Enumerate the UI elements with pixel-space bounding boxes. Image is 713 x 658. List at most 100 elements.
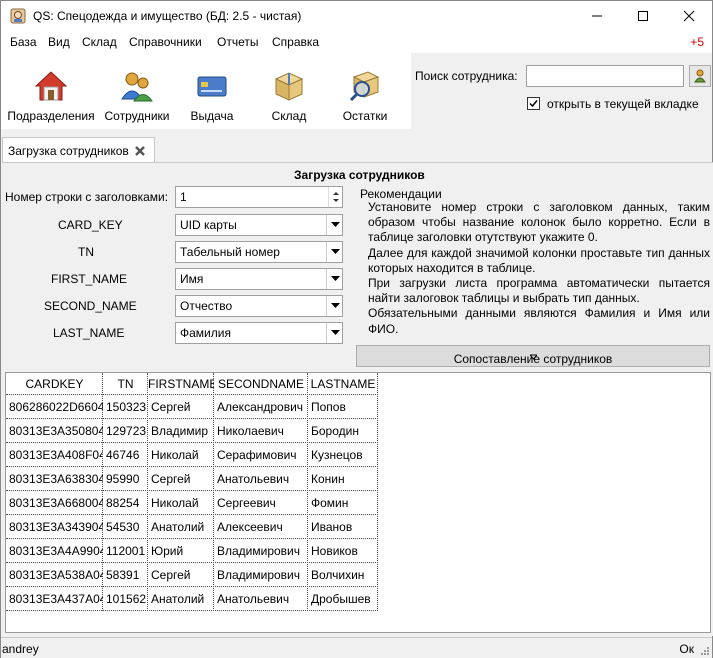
toolbar-stock-button[interactable]: Остатки	[329, 53, 401, 129]
status-user: andrey	[2, 642, 39, 656]
match-employees-button[interactable]: Сопоставление сотрудников	[356, 345, 710, 367]
second-name-select[interactable]: Отчество	[175, 295, 343, 317]
column-header[interactable]: FIRSTNAME	[148, 373, 214, 395]
table-cell[interactable]: 806286022D6604	[6, 395, 103, 419]
grid-row-line	[6, 562, 378, 563]
column-header[interactable]: LASTNAME	[308, 373, 378, 395]
table-cell[interactable]: Владимирович	[214, 539, 308, 563]
table-cell[interactable]: Фомин	[308, 491, 378, 515]
menu-warehouse[interactable]: Склад	[82, 35, 117, 49]
tab-employee-import[interactable]: Загрузка сотрудников	[2, 137, 155, 163]
window-title: QS: Спецодежда и имущество (БД: 2.5 - чи…	[33, 9, 302, 23]
table-cell[interactable]: Анатольевич	[214, 467, 308, 491]
first-name-select[interactable]: Имя	[175, 268, 343, 290]
grid-row-line	[6, 442, 378, 443]
maximize-button[interactable]	[620, 1, 666, 31]
table-cell[interactable]: 95990	[103, 467, 148, 491]
table-cell[interactable]: Серафимович	[214, 443, 308, 467]
table-cell[interactable]: Владимирович	[214, 563, 308, 587]
table-cell[interactable]: Алексеевич	[214, 515, 308, 539]
table-cell[interactable]: 80313E3A408F04	[6, 443, 103, 467]
minimize-button[interactable]	[574, 1, 620, 31]
toolbar-employees-button[interactable]: Сотрудники	[101, 53, 173, 129]
table-cell[interactable]: 46746	[103, 443, 148, 467]
updates-badge[interactable]: +5	[690, 35, 704, 49]
field-label-second-name: SECOND_NAME	[44, 299, 137, 313]
toolbar-issue-button[interactable]: Выдача	[177, 53, 247, 129]
recommendation-paragraph: При загрузки листа программа автоматичес…	[368, 276, 710, 306]
tn-select[interactable]: Табельный номер	[175, 241, 343, 263]
table-cell[interactable]: 80313E3A538A04	[6, 563, 103, 587]
table-cell[interactable]: Александрович	[214, 395, 308, 419]
grid-row-line	[6, 490, 378, 491]
table-cell[interactable]: 112001	[103, 539, 148, 563]
column-header[interactable]: TN	[103, 373, 148, 395]
resize-grip-icon[interactable]	[700, 646, 710, 656]
tab-close-icon[interactable]	[134, 145, 146, 160]
menu-help[interactable]: Справка	[272, 35, 319, 49]
toolbar-warehouse-button[interactable]: Склад	[254, 53, 324, 129]
table-cell[interactable]: Сергей	[148, 563, 214, 587]
menu-reports[interactable]: Отчеты	[217, 35, 258, 49]
table-cell[interactable]: Волчихин	[308, 563, 378, 587]
first-name-value: Имя	[180, 272, 204, 286]
table-cell[interactable]: Иванов	[308, 515, 378, 539]
search-employee-button[interactable]	[689, 65, 711, 87]
card-key-value: UID карты	[180, 218, 237, 232]
table-cell[interactable]: Новиков	[308, 539, 378, 563]
table-cell[interactable]: Юрий	[148, 539, 214, 563]
menu-baza[interactable]: База	[10, 35, 37, 49]
table-cell[interactable]: Николай	[148, 491, 214, 515]
spin-arrows[interactable]	[328, 187, 342, 207]
table-cell[interactable]: Сергеевич	[214, 491, 308, 515]
table-cell[interactable]: Анатолий	[148, 587, 214, 611]
chevron-down-icon	[331, 276, 340, 281]
table-cell[interactable]: 80313E3A437A04	[6, 587, 103, 611]
table-cell[interactable]: 80313E3A4A9904	[6, 539, 103, 563]
table-cell[interactable]: 80313E3A668004	[6, 491, 103, 515]
toolbar-warehouse-label: Склад	[271, 109, 307, 123]
table-cell[interactable]: 88254	[103, 491, 148, 515]
table-cell[interactable]: Бородин	[308, 419, 378, 443]
title-bar: QS: Спецодежда и имущество (БД: 2.5 - чи…	[1, 1, 712, 31]
person-search-icon	[694, 69, 706, 83]
table-cell[interactable]: 150323	[103, 395, 148, 419]
table-cell[interactable]: Попов	[308, 395, 378, 419]
employee-search-input[interactable]	[526, 65, 684, 87]
chevron-down-icon	[331, 249, 340, 254]
table-cell[interactable]: Сергей	[148, 467, 214, 491]
last-name-select[interactable]: Фамилия	[175, 322, 343, 344]
menu-view[interactable]: Вид	[48, 35, 70, 49]
table-cell[interactable]: 80313E3A350804	[6, 419, 103, 443]
table-cell[interactable]: Николай	[148, 443, 214, 467]
table-cell[interactable]: Кузнецов	[308, 443, 378, 467]
close-button[interactable]	[666, 1, 712, 31]
tn-value: Табельный номер	[180, 245, 280, 259]
column-header[interactable]: CARDKEY	[6, 373, 103, 395]
field-label-last-name: LAST_NAME	[53, 326, 125, 340]
column-header[interactable]: SECONDNAME	[214, 373, 308, 395]
people-icon	[121, 72, 153, 102]
table-cell[interactable]: 129723	[103, 419, 148, 443]
toolbar-departments-label: Подразделения	[7, 109, 95, 123]
table-cell[interactable]: Владимир	[148, 419, 214, 443]
header-row-spinbox[interactable]: 1	[175, 186, 343, 208]
menu-references[interactable]: Справочники	[129, 35, 202, 49]
table-cell[interactable]: Дробышев	[308, 587, 378, 611]
table-cell[interactable]: 80313E3A638304	[6, 467, 103, 491]
card-key-select[interactable]: UID карты	[175, 214, 343, 236]
toolbar-departments-button[interactable]: Подразделения	[5, 53, 97, 129]
table-cell[interactable]: Анатольевич	[214, 587, 308, 611]
open-in-current-tab-checkbox[interactable]	[527, 97, 540, 110]
table-cell[interactable]: Конин	[308, 467, 378, 491]
table-cell[interactable]: Сергей	[148, 395, 214, 419]
table-cell[interactable]: 80313E3A343904	[6, 515, 103, 539]
table-cell[interactable]: Анатолий	[148, 515, 214, 539]
employee-data-table[interactable]: CARDKEY TN FIRSTNAME SECONDNAME LASTNAME 8062…	[5, 372, 711, 633]
status-bar: andrey Ок	[1, 637, 712, 658]
table-cell[interactable]: 101562	[103, 587, 148, 611]
table-cell[interactable]: 58391	[103, 563, 148, 587]
field-label-tn: TN	[78, 245, 94, 259]
table-cell[interactable]: Николаевич	[214, 419, 308, 443]
table-cell[interactable]: 54530	[103, 515, 148, 539]
